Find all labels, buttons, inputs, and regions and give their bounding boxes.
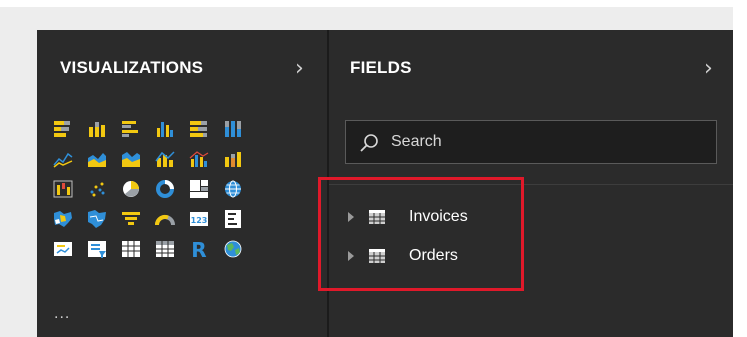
window-top-band	[0, 7, 733, 30]
more-visuals-ellipsis[interactable]: ...	[54, 305, 70, 323]
top-whitespace	[0, 0, 733, 7]
clustered-bar-chart-icon[interactable]	[121, 119, 141, 139]
window-right-edge	[733, 0, 747, 337]
svg-text:123: 123	[191, 216, 208, 225]
shape-map-icon[interactable]	[87, 209, 107, 229]
funnel-icon[interactable]	[121, 209, 141, 229]
arcgis-map-icon[interactable]	[223, 239, 243, 259]
search-placeholder: Search	[391, 133, 442, 150]
treemap-icon[interactable]	[189, 179, 209, 199]
line-and-stacked-column-chart-icon[interactable]	[155, 149, 175, 169]
visualizations-pane: VISUALIZATIONS › 123 R ...	[37, 30, 327, 337]
fields-title: FIELDS	[350, 58, 412, 77]
window-left-edge	[0, 7, 37, 337]
visualizations-title: VISUALIZATIONS	[60, 58, 204, 77]
stacked-bar-chart-icon[interactable]	[53, 119, 73, 139]
table-icon[interactable]	[121, 239, 141, 259]
svg-text:R: R	[191, 239, 206, 259]
waterfall-chart-icon[interactable]	[53, 179, 73, 199]
highlight-annotation-box	[318, 177, 524, 291]
filled-map-icon[interactable]	[53, 209, 73, 229]
ribbon-chart-icon[interactable]	[223, 149, 243, 169]
pie-chart-icon[interactable]	[121, 179, 141, 199]
area-chart-icon[interactable]	[87, 149, 107, 169]
donut-chart-icon[interactable]	[155, 179, 175, 199]
gauge-icon[interactable]	[154, 209, 175, 229]
visualizations-collapse-chevron-icon[interactable]: ›	[295, 56, 304, 81]
multi-row-card-icon[interactable]	[223, 209, 243, 229]
100-stacked-column-chart-icon[interactable]	[223, 119, 243, 139]
100-stacked-bar-chart-icon[interactable]	[189, 119, 209, 139]
slicer-icon[interactable]	[87, 239, 107, 259]
fields-search-input[interactable]: Search	[345, 120, 717, 164]
scatter-chart-icon[interactable]	[87, 179, 107, 199]
stacked-column-chart-icon[interactable]	[87, 119, 107, 139]
fields-collapse-chevron-icon[interactable]: ›	[704, 56, 713, 81]
kpi-icon[interactable]	[53, 239, 73, 259]
stacked-area-chart-icon[interactable]	[121, 149, 141, 169]
clustered-column-chart-icon[interactable]	[155, 119, 175, 139]
search-icon	[360, 134, 378, 152]
line-and-clustered-column-chart-icon[interactable]	[189, 149, 209, 169]
card-icon[interactable]: 123	[189, 209, 209, 229]
map-icon[interactable]	[223, 179, 243, 199]
r-script-visual-icon[interactable]: R	[189, 238, 209, 262]
matrix-icon[interactable]	[155, 239, 175, 259]
line-chart-icon[interactable]	[53, 149, 73, 169]
